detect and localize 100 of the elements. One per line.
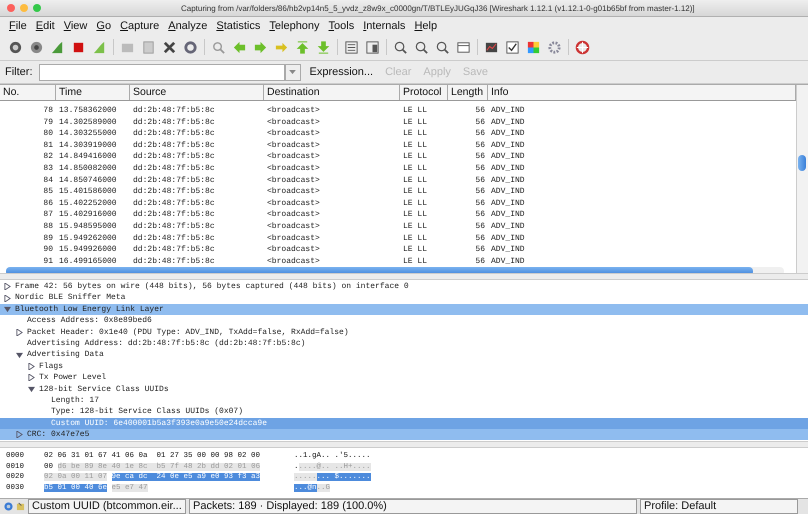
- table-cell-text: <broadcast>: [266, 162, 321, 175]
- table-cell-text: LE LL: [402, 162, 428, 175]
- menu-item[interactable]: File: [9, 20, 27, 32]
- expanded-triangle-icon[interactable]: [4, 306, 11, 313]
- column-header[interactable]: Length: [448, 85, 488, 100]
- menu-item[interactable]: View: [64, 20, 88, 32]
- status-field-info: Custom UUID (btcommon.eir...: [28, 499, 186, 514]
- table-cell-text: 56: [474, 174, 486, 186]
- filter-dropdown-button[interactable]: [284, 64, 300, 80]
- table-cell-text: 56: [474, 209, 486, 221]
- table-cell-text: 15.401586000: [58, 186, 118, 198]
- table-cell-text: 14.850082000: [58, 162, 118, 175]
- status-circle-icon[interactable]: [4, 502, 13, 511]
- table-cell-text: 56: [474, 232, 486, 244]
- list-view-icon[interactable]: [344, 40, 359, 54]
- tree-item[interactable]: 128-bit Service Class UUIDs: [0, 384, 808, 395]
- table-cell-text: <broadcast>: [266, 244, 321, 256]
- table-cell-text: dd:2b:48:7f:b5:8c: [132, 116, 216, 128]
- table-cell-text: ADV_IND: [490, 220, 526, 233]
- tree-item[interactable]: Type: 128-bit Service Class UUIDs (0x07): [0, 406, 808, 418]
- table-cell-text: 90: [42, 244, 54, 256]
- scrollbar-thumb[interactable]: [798, 155, 806, 171]
- expanded-triangle-icon[interactable]: [28, 386, 35, 393]
- table-cell-text: 15.948595000: [58, 220, 118, 233]
- expanded-triangle-icon[interactable]: [16, 352, 23, 359]
- table-cell-text: 56: [474, 162, 486, 175]
- table-cell-text: 88: [42, 220, 54, 233]
- table-cell-text: dd:2b:48:7f:b5:8c: [132, 162, 216, 175]
- menu-item[interactable]: Telephony: [269, 20, 320, 32]
- forward-icon[interactable]: [253, 40, 268, 54]
- column-header[interactable]: Protocol: [400, 85, 448, 100]
- back-icon[interactable]: [232, 40, 247, 54]
- menu-item[interactable]: Statistics: [216, 20, 260, 32]
- column-header[interactable]: Time: [56, 85, 130, 100]
- pane-view-icon[interactable]: [365, 40, 380, 54]
- table-cell-text: 56: [474, 198, 486, 210]
- menu-item[interactable]: Capture: [120, 20, 160, 32]
- table-cell-text: LE LL: [402, 256, 428, 268]
- table-cell-text: 83: [42, 162, 54, 175]
- zoom-in-icon[interactable]: [393, 40, 408, 54]
- note-icon[interactable]: [16, 502, 25, 511]
- close-icon[interactable]: [162, 40, 177, 54]
- column-header[interactable]: No.: [0, 85, 56, 100]
- table-cell-text: dd:2b:48:7f:b5:8c: [132, 128, 216, 140]
- status-profile[interactable]: Profile: Default: [640, 499, 798, 514]
- menu-item[interactable]: Tools: [328, 20, 354, 32]
- shark-fin-icon[interactable]: [50, 40, 65, 54]
- tree-item[interactable]: Access Address: 0x8e89bed6: [0, 315, 808, 327]
- tree-item[interactable]: Nordic BLE Sniffer Meta: [0, 292, 808, 304]
- table-cell-text: 84: [42, 174, 54, 186]
- table-cell-text: 56: [474, 244, 486, 256]
- table-cell-text: dd:2b:48:7f:b5:8c: [132, 140, 216, 152]
- table-cell-text: dd:2b:48:7f:b5:8c: [132, 174, 216, 186]
- table-cell-text: <broadcast>: [266, 186, 321, 198]
- table-cell-text: ADV_IND: [490, 151, 526, 163]
- palette-icon[interactable]: [526, 40, 541, 54]
- table-cell-text: 85: [42, 186, 54, 198]
- column-header[interactable]: Destination: [264, 85, 400, 100]
- tree-item[interactable]: Advertising Address: dd:2b:48:7f:b5:8c (dd:2b:48:7f:b5:8c): [0, 338, 808, 350]
- menu-item[interactable]: Edit: [36, 20, 55, 32]
- filter-action-button[interactable]: Expression...: [306, 66, 376, 78]
- table-cell-text: <broadcast>: [266, 220, 321, 233]
- table-cell-text: LE LL: [402, 186, 428, 198]
- table-cell-text: 87: [42, 209, 54, 221]
- table-cell-text: <broadcast>: [266, 105, 321, 117]
- checkbox-icon[interactable]: [505, 40, 520, 54]
- tree-item[interactable]: Frame 42: 56 bytes on wire (448 bits), 56 bytes captured (448 bits) on interface 0: [0, 281, 808, 292]
- menu-item[interactable]: Internals: [363, 20, 406, 32]
- table-cell-text: ADV_IND: [490, 140, 526, 152]
- tree-item[interactable]: Length: 17: [0, 394, 808, 406]
- status-packet-count: Packets: 189 · Displayed: 189 (100.0%): [189, 499, 637, 514]
- table-cell-text: ADV_IND: [490, 198, 526, 210]
- table-cell-text: LE LL: [402, 140, 428, 152]
- window-title: Capturing from /var/folders/86/hb2vp14n5_5_yvdz_z8w9x_c0000gn/T/BTLEyJUGqJ36 [Wireshark 1.12.1 (v1.12.1-0-g01b65bf from master-1.12)]: [181, 4, 695, 12]
- tree-item[interactable]: CRC: 0x47e7e5: [0, 429, 808, 440]
- tree-item[interactable]: Tx Power Level: [0, 372, 808, 384]
- table-cell-text: 79: [42, 116, 54, 128]
- table-cell-text: 56: [474, 256, 486, 268]
- tree-item[interactable]: Packet Header: 0x1e40 (PDU Type: ADV_IND, TxAdd=false, RxAdd=false): [0, 326, 808, 338]
- search-icon[interactable]: [211, 40, 226, 54]
- table-cell-text: <broadcast>: [266, 128, 321, 140]
- vertical-scrollbar[interactable]: [796, 85, 808, 273]
- tree-item[interactable]: Advertising Data: [0, 349, 808, 361]
- menu-item[interactable]: Go: [96, 20, 112, 32]
- table-cell-text: 14.303255000: [58, 128, 118, 140]
- tree-item[interactable]: Bluetooth Low Energy Link Layer: [0, 304, 808, 316]
- zoom-out-icon[interactable]: [414, 40, 429, 54]
- table-cell-text: 14.850746000: [58, 174, 118, 186]
- column-header[interactable]: Source: [130, 85, 264, 100]
- table-cell-text: 56: [474, 105, 486, 117]
- table-cell-text: 89: [42, 232, 54, 244]
- menu-item[interactable]: Analyze: [168, 20, 208, 32]
- collapsed-triangle-icon[interactable]: [16, 328, 23, 336]
- filter-field[interactable]: [38, 64, 284, 80]
- zoom-reset-icon[interactable]: [435, 40, 450, 54]
- tree-item[interactable]: Flags: [0, 360, 808, 372]
- collapsed-triangle-icon[interactable]: [16, 431, 23, 438]
- menu-item[interactable]: Help: [414, 20, 438, 32]
- table-cell-text: dd:2b:48:7f:b5:8c: [132, 198, 216, 210]
- table-cell-text: ADV_IND: [490, 232, 526, 244]
